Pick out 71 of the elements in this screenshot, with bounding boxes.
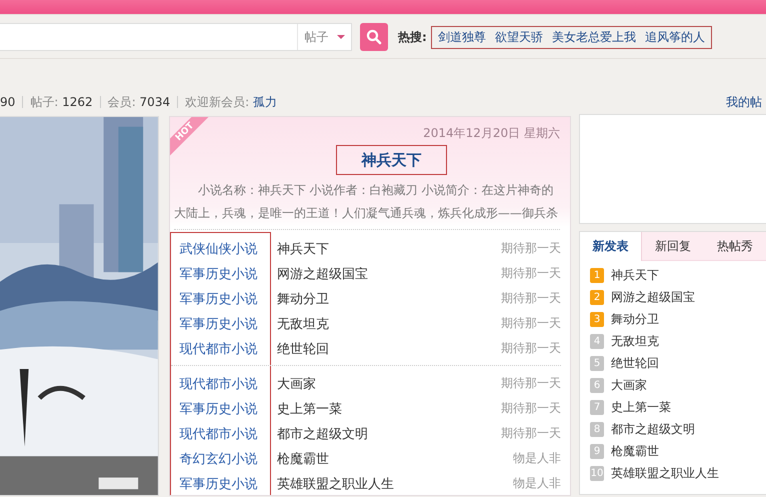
- rank-badge: 6: [590, 378, 604, 392]
- note-text: 期待那一天: [501, 265, 561, 282]
- novel-title[interactable]: 史上第一菜: [276, 400, 342, 418]
- category-link[interactable]: 现代都市小说: [170, 372, 270, 397]
- hot-search-link[interactable]: 美女老总爱上我: [552, 28, 636, 46]
- note-text: 期待那一天: [501, 315, 561, 332]
- post-title[interactable]: 英雄联盟之职业人生: [611, 464, 719, 482]
- category-link[interactable]: 军事历史小说: [170, 287, 270, 312]
- tab[interactable]: 新回复: [642, 232, 704, 261]
- tab[interactable]: 热帖秀: [704, 232, 766, 261]
- note-text: 期待那一天: [501, 375, 561, 392]
- stat-text: 会员: 7034: [108, 94, 170, 110]
- post-title[interactable]: 枪魔霸世: [611, 442, 659, 460]
- category-link[interactable]: 军事历史小说: [170, 262, 270, 287]
- novel-summary: 小说名称：神兵天下 小说作者：白袍藏刀 小说简介：在这片神奇的大陆上，兵魂，是唯一的王道！人们凝气通兵魂，炼兵化成形——御兵杀: [174, 179, 560, 230]
- category-link[interactable]: 现代都市小说: [170, 337, 270, 362]
- post-title[interactable]: 史上第一菜: [611, 398, 671, 416]
- featured-title[interactable]: 神兵天下: [336, 145, 447, 175]
- rank-badge: 8: [590, 422, 604, 436]
- novel-title[interactable]: 无敌坦克: [276, 314, 329, 332]
- stat-text: 帖子: 1262: [30, 94, 93, 110]
- tab[interactable]: 新发表: [580, 232, 642, 261]
- hot-search-label: 热搜:: [398, 28, 427, 46]
- my-posts-link[interactable]: 我的帖: [726, 94, 762, 110]
- hot-search-link[interactable]: 欲望天骄: [494, 28, 543, 46]
- novel-title[interactable]: 舞动分卫: [276, 290, 329, 308]
- category-link[interactable]: 武侠仙侠小说: [170, 237, 270, 262]
- rank-badge: 5: [590, 356, 604, 370]
- category-link[interactable]: 奇幻玄幻小说: [170, 447, 270, 472]
- novel-title[interactable]: 都市之超级文明: [276, 424, 368, 442]
- rank-badge: 3: [590, 312, 604, 326]
- post-title[interactable]: 绝世轮回: [611, 354, 659, 372]
- rank-badge: 2: [590, 290, 604, 304]
- post-title[interactable]: 都市之超级文明: [611, 420, 695, 438]
- post-title[interactable]: 无敌坦克: [611, 332, 659, 350]
- post-title[interactable]: 舞动分卫: [611, 310, 659, 328]
- hot-search-link[interactable]: 剑道独尊: [438, 28, 486, 46]
- member-link[interactable]: 孤力: [252, 94, 277, 110]
- note-text: 期待那一天: [501, 400, 561, 417]
- novel-title[interactable]: 网游之超级国宝: [276, 264, 368, 282]
- note-text: 期待那一天: [501, 340, 561, 357]
- novel-title[interactable]: 英雄联盟之职业人生: [276, 474, 394, 492]
- post-title[interactable]: 网游之超级国宝: [611, 288, 695, 306]
- category-link[interactable]: 军事历史小说: [170, 397, 270, 422]
- date-text: 2014年12月20日 星期六: [423, 126, 560, 140]
- search-icon: [366, 29, 382, 45]
- novel-title[interactable]: 枪魔霸世: [276, 450, 329, 468]
- rank-badge: 7: [590, 400, 604, 414]
- note-text: 期待那一天: [501, 240, 561, 257]
- note-text: 期待那一天: [501, 290, 561, 307]
- note-text: 物是人非: [513, 450, 561, 467]
- rank-badge: 9: [590, 444, 604, 458]
- post-title[interactable]: 大画家: [611, 376, 647, 394]
- novel-title[interactable]: 绝世轮回: [276, 340, 329, 358]
- search-field[interactable]: 帖子: [0, 23, 352, 51]
- caret-icon: [336, 35, 344, 39]
- note-text: 期待那一天: [501, 425, 561, 442]
- search-button[interactable]: [360, 23, 388, 51]
- note-text: 物是人非: [513, 475, 561, 492]
- rank-badge: 4: [590, 334, 604, 348]
- novel-title[interactable]: 大画家: [276, 374, 316, 392]
- hot-search-link[interactable]: 追风筝的人: [644, 28, 705, 46]
- rank-badge: 1: [590, 268, 604, 282]
- rank-badge: 10: [590, 466, 604, 480]
- post-title[interactable]: 神兵天下: [611, 266, 659, 284]
- welcome-label: 欢迎新会员:: [185, 94, 250, 110]
- category-link[interactable]: 军事历史小说: [170, 312, 270, 337]
- stat-text: 90: [0, 95, 16, 109]
- category-link[interactable]: 现代都市小说: [170, 422, 270, 447]
- category-link[interactable]: 军事历史小说: [170, 472, 270, 495]
- novel-title[interactable]: 神兵天下: [276, 240, 329, 258]
